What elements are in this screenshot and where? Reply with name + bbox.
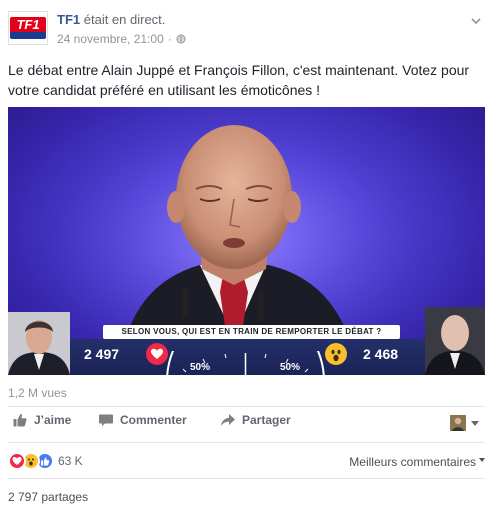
comment-label: Commenter [120, 413, 187, 427]
juppe-portrait [425, 307, 485, 375]
share-arrow-icon [221, 414, 235, 426]
vote-gauge [166, 351, 325, 375]
sort-caret-icon [479, 458, 485, 462]
share-count[interactable]: 2 797 partages [8, 490, 88, 504]
poll-question: SELON VOUS, QUI EST EN TRAIN DE REMPORTE… [103, 325, 400, 339]
share-button[interactable]: Partager [220, 412, 291, 428]
divider [8, 442, 485, 443]
divider [8, 478, 485, 479]
audience-caret-icon[interactable] [471, 421, 479, 426]
left-vote-count: 2 497 [84, 346, 120, 362]
post-date[interactable]: 24 novembre, 21:00 [57, 32, 164, 46]
share-label: Partager [242, 413, 291, 427]
divider [8, 406, 485, 407]
reactions-summary[interactable]: 63 K [8, 452, 83, 470]
left-percentage: 50% [190, 362, 211, 373]
comment-button[interactable]: Commenter [98, 412, 187, 428]
comment-sort-dropdown[interactable]: Meilleurs commentaires [349, 455, 485, 469]
right-percentage: 50% [280, 362, 301, 373]
logo-text: TF1 [10, 17, 46, 32]
post-status: était en direct. [83, 12, 166, 27]
love-reaction-icon [8, 452, 26, 470]
reaction-count: 63 K [58, 454, 83, 468]
fillon-portrait [8, 312, 70, 375]
author-line: TF1 était en direct. [57, 12, 165, 27]
thumbs-up-icon [13, 414, 27, 427]
right-vote-count: 2 468 [363, 346, 399, 362]
meta-separator: · [167, 32, 172, 46]
like-label: J’aime [34, 413, 72, 427]
live-video-player[interactable]: SELON VOUS, QUI EST EN TRAIN DE REMPORTE… [8, 107, 485, 375]
tf1-logo[interactable]: TF1 [8, 11, 48, 45]
comment-sort-label: Meilleurs commentaires [349, 455, 476, 469]
action-bar: J’aime Commenter Partager [8, 412, 485, 436]
page-name-link[interactable]: TF1 [57, 12, 80, 27]
globe-icon [176, 34, 186, 44]
comment-icon [99, 414, 113, 426]
post-meta: 24 novembre, 21:00 · [57, 32, 186, 46]
view-count: 1,2 M vues [8, 386, 67, 400]
post-header: TF1 TF1 était en direct. 24 novembre, 21… [0, 0, 493, 52]
user-avatar[interactable] [450, 415, 466, 431]
wow-icon [325, 343, 347, 365]
post-text: Le débat entre Alain Juppé et François F… [8, 62, 470, 98]
post-options-chevron-icon[interactable] [469, 14, 483, 28]
like-button[interactable]: J’aime [12, 412, 71, 428]
